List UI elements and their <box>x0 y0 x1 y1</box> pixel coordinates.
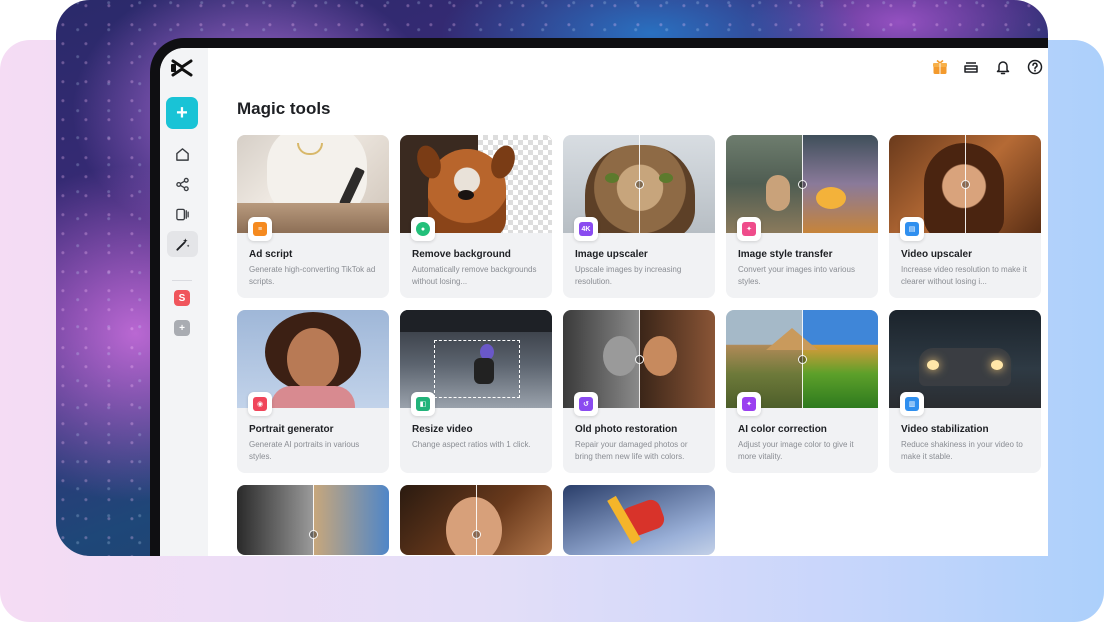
tool-card-partial[interactable] <box>563 485 715 555</box>
tool-description: Upscale images by increasing resolution. <box>575 265 682 286</box>
tool-card-resize-video[interactable]: ◧ Resize video Change aspect ratios with… <box>400 310 552 473</box>
gift-icon[interactable] <box>931 58 949 76</box>
tool-description: Convert your images into various styles. <box>738 265 855 286</box>
resize-video-icon: ◧ <box>411 392 435 416</box>
create-button[interactable]: + <box>166 97 198 129</box>
style-transfer-icon: ✦ <box>737 217 761 241</box>
tool-card-video-stabilization[interactable]: ▥ Video stabilization Reduce shakiness i… <box>889 310 1041 473</box>
magic-wand-icon <box>176 237 190 251</box>
photo-restoration-icon: ↺ <box>574 392 598 416</box>
tool-card-image-upscaler[interactable]: 4K Image upscaler Upscale images by incr… <box>563 135 715 298</box>
tool-title: Portrait generator <box>249 424 334 435</box>
space-avatar[interactable]: S <box>174 290 190 306</box>
video-stabilization-icon: ▥ <box>900 392 924 416</box>
tool-thumbnail <box>400 485 552 555</box>
tool-thumbnail <box>563 485 715 555</box>
capcut-logo-icon[interactable] <box>170 58 194 78</box>
home-icon <box>176 147 189 161</box>
app-window: + S + Magic tools ≡ Ad script Generate h… <box>160 48 1048 556</box>
tool-description: Increase video resolution to make it cle… <box>901 265 1027 286</box>
help-icon[interactable] <box>1026 58 1044 76</box>
comparison-handle[interactable] <box>798 355 807 364</box>
tool-title: Old photo restoration <box>575 424 678 435</box>
tool-description: Generate high-converting TikTok ad scrip… <box>249 265 376 286</box>
tool-card-partial[interactable] <box>400 485 552 555</box>
tool-description: Generate AI portraits in various styles. <box>249 440 360 461</box>
tool-thumbnail <box>237 485 389 555</box>
tool-title: Video upscaler <box>901 249 972 260</box>
bell-icon[interactable] <box>994 58 1012 76</box>
tool-title: AI color correction <box>738 424 827 435</box>
page-title: Magic tools <box>237 99 331 118</box>
tool-description: Change aspect ratios with 1 click. <box>412 440 531 449</box>
storage-icon[interactable] <box>962 58 980 76</box>
sidebar-item-templates[interactable] <box>167 201 198 227</box>
comparison-divider[interactable] <box>476 485 477 555</box>
tool-description: Adjust your image color to give it more … <box>738 440 854 461</box>
remove-background-icon: ● <box>411 217 435 241</box>
sidebar-divider <box>172 280 192 281</box>
templates-icon <box>176 208 189 220</box>
comparison-handle[interactable] <box>635 355 644 364</box>
tool-description: Reduce shakiness in your video to make i… <box>901 440 1023 461</box>
sidebar-item-magic-tools[interactable] <box>167 231 198 257</box>
sidebar-item-share[interactable] <box>167 171 198 197</box>
comparison-handle[interactable] <box>961 180 970 189</box>
comparison-handle[interactable] <box>635 180 644 189</box>
tool-card-partial[interactable] <box>237 485 389 555</box>
tool-description: Automatically remove backgrounds without… <box>412 265 537 286</box>
tool-description: Repair your damaged photos or bring them… <box>575 440 688 461</box>
tool-card-image-style-transfer[interactable]: ✦ Image style transfer Convert your imag… <box>726 135 878 298</box>
sidebar-item-home[interactable] <box>167 141 198 167</box>
device-frame: + S + Magic tools ≡ Ad script Generate h… <box>150 38 1048 556</box>
add-space-button[interactable]: + <box>174 320 190 336</box>
color-correction-icon: ✦ <box>737 392 761 416</box>
tool-card-ad-script[interactable]: ≡ Ad script Generate high-converting Tik… <box>237 135 389 298</box>
tool-title: Image upscaler <box>575 249 648 260</box>
comparison-handle[interactable] <box>309 530 318 539</box>
tool-title: Image style transfer <box>738 249 833 260</box>
image-upscaler-icon: 4K <box>574 217 598 241</box>
tool-title: Resize video <box>412 424 473 435</box>
tool-card-remove-background[interactable]: ● Remove background Automatically remove… <box>400 135 552 298</box>
ad-script-icon: ≡ <box>248 217 272 241</box>
tool-card-portrait-generator[interactable]: ◉ Portrait generator Generate AI portrai… <box>237 310 389 473</box>
sidebar: + S + <box>160 48 208 556</box>
tool-card-video-upscaler[interactable]: ▤ Video upscaler Increase video resoluti… <box>889 135 1041 298</box>
tool-card-ai-color-correction[interactable]: ✦ AI color correction Adjust your image … <box>726 310 878 473</box>
tool-title: Ad script <box>249 249 293 260</box>
comparison-handle[interactable] <box>798 180 807 189</box>
comparison-divider[interactable] <box>313 485 314 555</box>
share-icon <box>176 177 189 191</box>
portrait-generator-icon: ◉ <box>248 392 272 416</box>
tool-title: Remove background <box>412 249 511 260</box>
tool-title: Video stabilization <box>901 424 989 435</box>
tools-grid: ≡ Ad script Generate high-converting Tik… <box>237 135 1041 555</box>
tool-card-old-photo-restoration[interactable]: ↺ Old photo restoration Repair your dama… <box>563 310 715 473</box>
comparison-handle[interactable] <box>472 530 481 539</box>
video-upscaler-icon: ▤ <box>900 217 924 241</box>
